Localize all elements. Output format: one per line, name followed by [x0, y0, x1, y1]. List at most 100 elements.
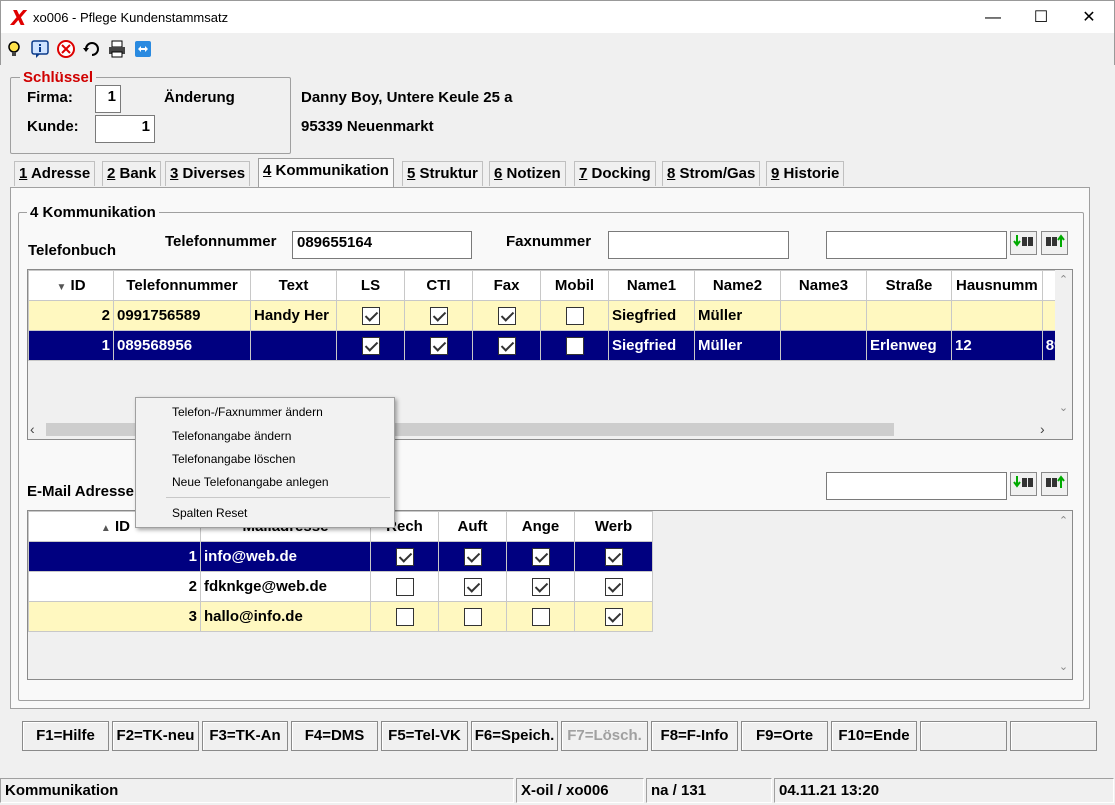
- cell-strasse[interactable]: [866, 300, 952, 331]
- ls-checkbox[interactable]: [361, 306, 380, 325]
- auft-checkbox[interactable]: [463, 547, 482, 566]
- tab-struktur[interactable]: 5 Struktur: [402, 161, 483, 186]
- scroll-up-icon[interactable]: ⌃: [1055, 273, 1072, 286]
- f1-help-button[interactable]: F1=Hilfe: [22, 721, 109, 751]
- menu-item-new-entry[interactable]: Neue Telefonangabe anlegen: [136, 471, 394, 493]
- table-row[interactable]: 2 0991756589 Handy Her Siegfried Müller: [28, 300, 1067, 331]
- auft-checkbox[interactable]: [463, 607, 482, 626]
- firma-field[interactable]: 1: [95, 85, 121, 113]
- scroll-down-icon[interactable]: ⌄: [1055, 660, 1072, 673]
- tab-bank[interactable]: 2 Bank: [102, 161, 162, 186]
- info-icon[interactable]: [30, 39, 50, 59]
- menu-item-reset-columns[interactable]: Spalten Reset: [136, 502, 394, 524]
- maximize-button[interactable]: ☐: [1016, 1, 1066, 34]
- cell-auft[interactable]: [438, 571, 507, 602]
- lightbulb-icon[interactable]: [5, 39, 25, 59]
- cell-ange[interactable]: [506, 541, 575, 572]
- ls-checkbox[interactable]: [361, 336, 380, 355]
- f8-f-info-button[interactable]: F8=F-Info: [651, 721, 738, 751]
- cell-hausnummer[interactable]: 12: [951, 330, 1043, 361]
- email-search-input[interactable]: [826, 472, 1007, 500]
- f5-tel-vk-button[interactable]: F5=Tel-VK: [381, 721, 468, 751]
- cancel-icon[interactable]: [56, 39, 76, 59]
- cell-strasse[interactable]: Erlenweg: [866, 330, 952, 361]
- tab-docking[interactable]: 7 Docking: [574, 161, 656, 186]
- column-header-cti[interactable]: CTI: [404, 270, 473, 301]
- empty-fkey-button[interactable]: [920, 721, 1007, 751]
- column-header-auft[interactable]: Auft: [438, 511, 507, 542]
- faxnummer-input[interactable]: [608, 231, 789, 259]
- column-header-mobil[interactable]: Mobil: [540, 270, 609, 301]
- cell-id[interactable]: 3: [28, 601, 201, 632]
- empty-fkey-button[interactable]: [1010, 721, 1097, 751]
- cell-text[interactable]: [250, 330, 337, 361]
- column-header-fax[interactable]: Fax: [472, 270, 541, 301]
- printer-icon[interactable]: [107, 39, 127, 59]
- cell-cti[interactable]: [404, 330, 473, 361]
- tab-strom-gas[interactable]: 8 Strom/Gas: [662, 161, 761, 186]
- cell-fax[interactable]: [472, 330, 541, 361]
- ange-checkbox[interactable]: [531, 577, 550, 596]
- cell-werb[interactable]: [574, 541, 653, 572]
- f9-places-button[interactable]: F9=Orte: [741, 721, 828, 751]
- table-row[interactable]: 2 fdknkge@web.de: [28, 571, 653, 602]
- cell-ange[interactable]: [506, 571, 575, 602]
- cell-name2[interactable]: Müller: [694, 330, 781, 361]
- phone-search-input[interactable]: [826, 231, 1007, 259]
- email-search-up-button[interactable]: [1041, 472, 1068, 496]
- f7-delete-button[interactable]: F7=Lösch.: [561, 721, 648, 751]
- cell-ange[interactable]: [506, 601, 575, 632]
- f6-save-button[interactable]: F6=Speich.: [471, 721, 558, 751]
- phone-grid-vscrollbar[interactable]: ⌃ ⌄: [1055, 270, 1072, 420]
- werb-checkbox[interactable]: [604, 607, 623, 626]
- fax-checkbox[interactable]: [497, 306, 516, 325]
- cell-hausnummer[interactable]: [951, 300, 1043, 331]
- search-down-button[interactable]: [1010, 231, 1037, 255]
- kunde-field[interactable]: 1: [95, 115, 155, 143]
- menu-item-delete-entry[interactable]: Telefonangabe löschen: [136, 448, 394, 470]
- remote-support-icon[interactable]: [133, 39, 153, 59]
- email-grid-vscrollbar[interactable]: ⌃ ⌄: [1055, 511, 1072, 679]
- mobil-checkbox[interactable]: [565, 306, 584, 325]
- cell-text[interactable]: Handy Her: [250, 300, 337, 331]
- column-header-id[interactable]: ▼ ID: [28, 270, 114, 301]
- cell-mobil[interactable]: [540, 330, 609, 361]
- f3-tk-change-button[interactable]: F3=TK-An: [202, 721, 288, 751]
- cell-name2[interactable]: Müller: [694, 300, 781, 331]
- ange-checkbox[interactable]: [531, 547, 550, 566]
- tab-historie[interactable]: 9 Historie: [766, 161, 845, 186]
- column-header-strasse[interactable]: Straße: [866, 270, 952, 301]
- email-search-down-button[interactable]: [1010, 472, 1037, 496]
- tab-notizen[interactable]: 6 Notizen: [489, 161, 566, 186]
- cti-checkbox[interactable]: [429, 306, 448, 325]
- cell-telefonnummer[interactable]: 089568956: [113, 330, 251, 361]
- cell-rech[interactable]: [370, 601, 439, 632]
- column-header-ange[interactable]: Ange: [506, 511, 575, 542]
- cti-checkbox[interactable]: [429, 336, 448, 355]
- scroll-down-icon[interactable]: ⌄: [1055, 401, 1072, 414]
- column-header-name2[interactable]: Name2: [694, 270, 781, 301]
- werb-checkbox[interactable]: [604, 577, 623, 596]
- rech-checkbox[interactable]: [395, 547, 414, 566]
- ange-checkbox[interactable]: [531, 607, 550, 626]
- refresh-icon[interactable]: [82, 39, 102, 59]
- werb-checkbox[interactable]: [604, 547, 623, 566]
- scroll-left-icon[interactable]: ‹: [30, 421, 35, 437]
- cell-id[interactable]: 1: [28, 330, 114, 361]
- cell-ls[interactable]: [336, 330, 405, 361]
- f4-dms-button[interactable]: F4=DMS: [291, 721, 378, 751]
- column-header-werb[interactable]: Werb: [574, 511, 653, 542]
- menu-item-change-entry[interactable]: Telefonangabe ändern: [136, 425, 394, 447]
- cell-auft[interactable]: [438, 601, 507, 632]
- cell-werb[interactable]: [574, 571, 653, 602]
- cell-id[interactable]: 2: [28, 571, 201, 602]
- scroll-up-icon[interactable]: ⌃: [1055, 514, 1072, 527]
- minimize-button[interactable]: —: [968, 1, 1018, 34]
- cell-name3[interactable]: [780, 300, 867, 331]
- table-row-selected[interactable]: 1 info@web.de: [28, 541, 653, 572]
- fax-checkbox[interactable]: [497, 336, 516, 355]
- column-header-name3[interactable]: Name3: [780, 270, 867, 301]
- cell-mailadresse[interactable]: info@web.de: [200, 541, 371, 572]
- column-header-hausnummer[interactable]: Hausnumm: [951, 270, 1043, 301]
- cell-telefonnummer[interactable]: 0991756589: [113, 300, 251, 331]
